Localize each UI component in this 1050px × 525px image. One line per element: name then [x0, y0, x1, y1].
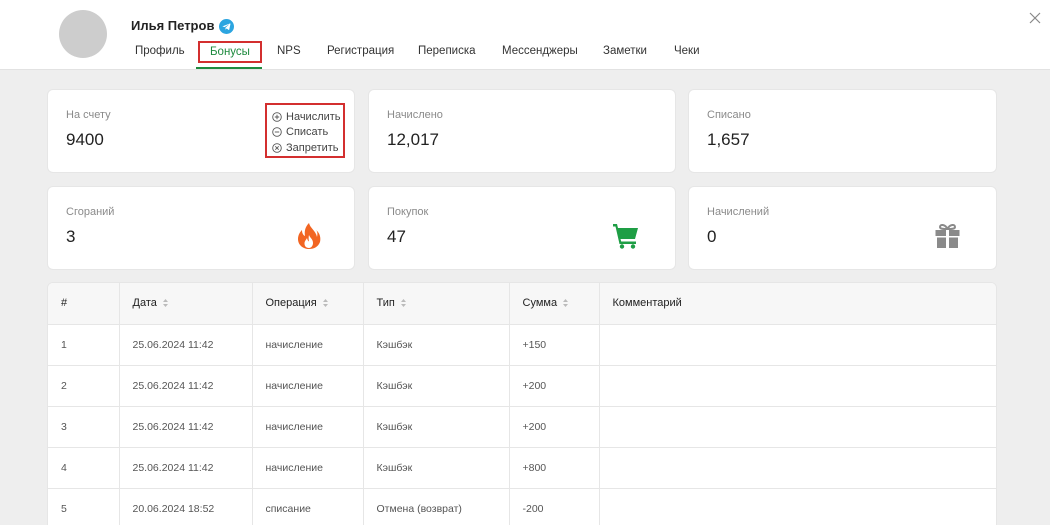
- table-row[interactable]: 4 25.06.2024 11:42 начисление Кэшбэк +80…: [48, 447, 996, 489]
- col-type[interactable]: Тип: [363, 283, 510, 325]
- cell-operation: начисление: [252, 365, 364, 407]
- cell-number: 1: [48, 324, 120, 366]
- card-accruals-label: Начислений: [707, 206, 770, 218]
- telegram-icon[interactable]: [219, 19, 234, 34]
- bonus-actions: Начислить Списать Запретить: [265, 103, 345, 158]
- tab-nps[interactable]: NPS: [277, 40, 301, 69]
- cell-comment: [599, 365, 996, 407]
- table-row[interactable]: 5 20.06.2024 18:52 списание Отмена (возв…: [48, 488, 996, 525]
- table-row[interactable]: 1 25.06.2024 11:42 начисление Кэшбэк +15…: [48, 324, 996, 366]
- cell-amount: -200: [509, 488, 600, 525]
- cell-number: 3: [48, 406, 120, 448]
- cell-operation: списание: [252, 488, 364, 525]
- tab-notes[interactable]: Заметки: [603, 40, 647, 69]
- client-header: Илья Петров Профиль Бонусы NPS Регистрац…: [0, 0, 1050, 70]
- accrue-button[interactable]: Начислить: [272, 109, 341, 125]
- cell-operation: начисление: [252, 447, 364, 489]
- card-burned-label: Сгораний: [66, 206, 115, 218]
- cell-comment: [599, 447, 996, 489]
- card-burned: Сгораний 3: [47, 186, 355, 270]
- tab-correspondence[interactable]: Переписка: [418, 40, 476, 69]
- col-number: #: [48, 283, 120, 325]
- cell-type: Кэшбэк: [363, 406, 510, 448]
- close-icon[interactable]: [1028, 11, 1042, 25]
- cell-amount: +200: [509, 406, 600, 448]
- plus-circle-icon: [272, 111, 282, 122]
- col-comment: Комментарий: [599, 283, 996, 325]
- cell-date: 25.06.2024 11:42: [119, 365, 253, 407]
- card-accrued-label: Начислено: [387, 109, 443, 121]
- card-balance-label: На счету: [66, 109, 111, 121]
- sort-icon[interactable]: [162, 298, 169, 308]
- table-row[interactable]: 3 25.06.2024 11:42 начисление Кэшбэк +20…: [48, 406, 996, 448]
- card-written-off-value: 1,657: [707, 130, 750, 149]
- forbid-button[interactable]: Запретить: [272, 140, 339, 156]
- card-accrued: Начислено 12,017: [368, 89, 676, 173]
- avatar: [59, 10, 107, 58]
- card-accruals: Начислений 0: [688, 186, 997, 270]
- cell-operation: начисление: [252, 324, 364, 366]
- cell-type: Отмена (возврат): [363, 488, 510, 525]
- table-row[interactable]: 2 25.06.2024 11:42 начисление Кэшбэк +20…: [48, 365, 996, 407]
- tab-profile[interactable]: Профиль: [135, 40, 185, 69]
- tab-receipts[interactable]: Чеки: [674, 40, 700, 69]
- cell-number: 5: [48, 488, 120, 525]
- cell-comment: [599, 406, 996, 448]
- cell-amount: +800: [509, 447, 600, 489]
- fire-icon: [298, 223, 321, 249]
- table-header-row: # Дата Операция Тип Сумма Комментарий: [48, 283, 996, 325]
- cell-operation: начисление: [252, 406, 364, 448]
- cell-date: 25.06.2024 11:42: [119, 406, 253, 448]
- bonus-history-table: # Дата Операция Тип Сумма Комментарий 1 …: [47, 282, 997, 525]
- sort-icon[interactable]: [400, 298, 407, 308]
- card-balance: На счету 9400 Начислить Списать Запретит…: [47, 89, 355, 173]
- cell-number: 4: [48, 447, 120, 489]
- cell-date: 25.06.2024 11:42: [119, 447, 253, 489]
- cell-amount: +150: [509, 324, 600, 366]
- card-purchases-label: Покупок: [387, 206, 429, 218]
- tab-bonuses[interactable]: Бонусы: [198, 40, 262, 69]
- card-accruals-value: 0: [707, 227, 717, 246]
- card-balance-value: 9400: [66, 130, 104, 149]
- card-written-off: Списано 1,657: [688, 89, 997, 173]
- cell-type: Кэшбэк: [363, 447, 510, 489]
- card-burned-value: 3: [66, 227, 76, 246]
- cell-type: Кэшбэк: [363, 324, 510, 366]
- user-name: Илья Петров: [131, 18, 215, 33]
- cell-type: Кэшбэк: [363, 365, 510, 407]
- col-operation[interactable]: Операция: [252, 283, 364, 325]
- gift-icon: [935, 223, 960, 248]
- minus-circle-icon: [272, 127, 282, 138]
- sort-icon[interactable]: [322, 298, 329, 308]
- cell-date: 20.06.2024 18:52: [119, 488, 253, 525]
- card-purchases-value: 47: [387, 227, 406, 246]
- cart-icon: [613, 224, 638, 249]
- card-written-off-label: Списано: [707, 109, 751, 121]
- tab-messengers[interactable]: Мессенджеры: [502, 40, 578, 69]
- cell-amount: +200: [509, 365, 600, 407]
- cell-comment: [599, 488, 996, 525]
- card-purchases: Покупок 47: [368, 186, 676, 270]
- cell-date: 25.06.2024 11:42: [119, 324, 253, 366]
- col-amount[interactable]: Сумма: [509, 283, 600, 325]
- write-off-button[interactable]: Списать: [272, 125, 338, 141]
- card-accrued-value: 12,017: [387, 130, 439, 149]
- tab-registration[interactable]: Регистрация: [327, 40, 394, 69]
- cell-comment: [599, 324, 996, 366]
- x-circle-icon: [272, 142, 282, 153]
- col-date[interactable]: Дата: [119, 283, 253, 325]
- cell-number: 2: [48, 365, 120, 407]
- active-tab-indicator: [196, 67, 262, 69]
- sort-icon[interactable]: [562, 298, 569, 308]
